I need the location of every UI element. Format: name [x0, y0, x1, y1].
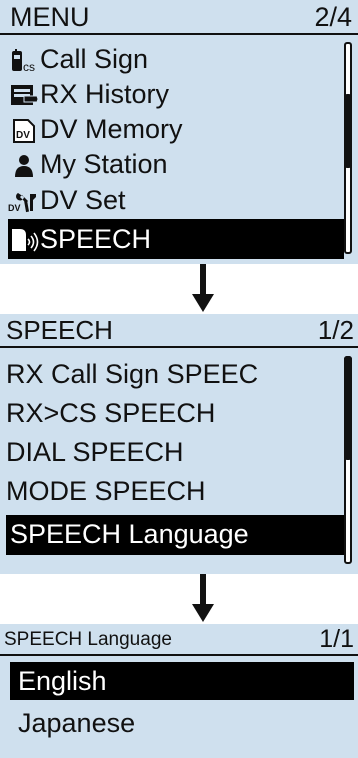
speaker-icon	[10, 227, 40, 253]
menu-item-label: SPEECH	[40, 224, 152, 254]
svg-text:DV: DV	[8, 203, 21, 213]
speech-scrollbar-thumb[interactable]	[344, 356, 352, 460]
speech-item-mode[interactable]: MODE SPEECH	[6, 475, 334, 511]
language-item-label: Japanese	[18, 708, 136, 738]
speech-item-label: RX Call Sign SPEEC	[6, 359, 259, 389]
language-item-label: English	[18, 666, 107, 696]
speech-title: SPEECH	[6, 315, 113, 345]
my-station-icon	[14, 154, 34, 178]
menu-page-indicator: 2/4	[314, 2, 352, 32]
language-page-indicator: 1/1	[319, 625, 354, 653]
speech-item-label: RX>CS SPEECH	[6, 398, 216, 428]
speech-header: SPEECH 1/2	[0, 314, 358, 348]
menu-item-label: My Station	[40, 149, 168, 179]
speech-screen: SPEECH 1/2 RX Call Sign SPEEC RX>CS SPEE…	[0, 314, 358, 574]
dv-set-icon: DV	[8, 191, 38, 213]
speech-item-rx-call-sign[interactable]: RX Call Sign SPEEC	[6, 358, 334, 394]
speech-item-rx-cs[interactable]: RX>CS SPEECH	[6, 397, 334, 433]
menu-item-dv-memory[interactable]: DV DV Memory	[8, 113, 334, 147]
speech-item-label: DIAL SPEECH	[6, 437, 184, 467]
menu-screen: MENU 2/4 cs Call Sign RX History DV DV M…	[0, 0, 358, 264]
menu-item-label: RX History	[40, 79, 170, 109]
speech-item-dial[interactable]: DIAL SPEECH	[6, 436, 334, 472]
call-sign-icon: cs	[10, 49, 40, 74]
menu-header: MENU 2/4	[0, 0, 358, 35]
speech-item-label: MODE SPEECH	[6, 476, 206, 506]
speech-item-label: SPEECH Language	[10, 519, 249, 549]
menu-item-label: DV Set	[40, 185, 126, 215]
menu-item-speech[interactable]: SPEECH	[8, 219, 344, 259]
language-header: SPEECH Language 1/1	[0, 624, 358, 656]
speech-scrollbar[interactable]	[344, 356, 352, 564]
menu-item-my-station[interactable]: My Station	[8, 148, 334, 182]
menu-item-call-sign[interactable]: cs Call Sign	[8, 43, 334, 77]
menu-item-label: Call Sign	[40, 44, 149, 74]
language-screen: SPEECH Language 1/1 English Japanese	[0, 624, 358, 758]
rx-history-icon	[10, 84, 39, 108]
menu-item-rx-history[interactable]: RX History	[8, 78, 334, 112]
menu-scrollbar[interactable]	[344, 42, 352, 254]
svg-text:DV: DV	[16, 130, 30, 141]
menu-scrollbar-thumb[interactable]	[344, 94, 352, 168]
svg-text:cs: cs	[23, 60, 35, 73]
language-title: SPEECH Language	[4, 629, 172, 650]
down-arrow-icon	[192, 574, 214, 624]
menu-item-label: DV Memory	[40, 114, 183, 144]
language-item-japanese[interactable]: Japanese	[10, 704, 334, 742]
down-arrow-icon	[192, 264, 214, 314]
dv-memory-icon: DV	[12, 119, 36, 143]
speech-page-indicator: 1/2	[317, 315, 354, 345]
language-item-english[interactable]: English	[10, 662, 354, 700]
menu-item-dv-set[interactable]: DV DV Set	[8, 183, 334, 217]
menu-title: MENU	[10, 2, 90, 32]
speech-item-language[interactable]: SPEECH Language	[6, 515, 346, 555]
